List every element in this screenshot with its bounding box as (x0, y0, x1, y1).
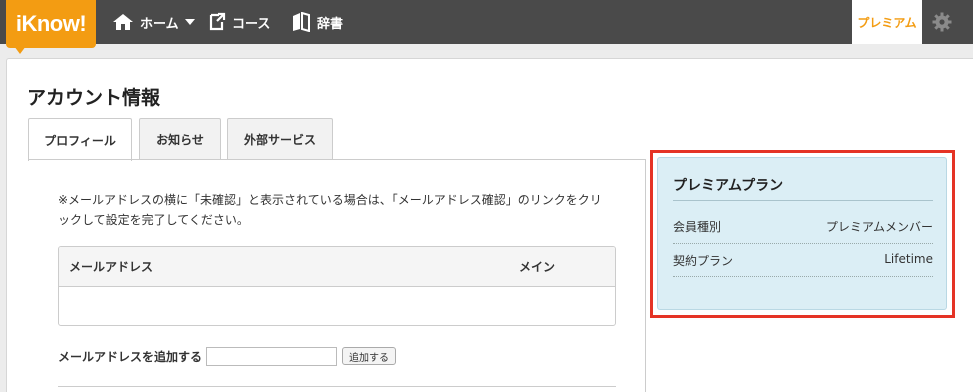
book-icon (293, 12, 310, 32)
member-type-label: 会員種別 (673, 220, 722, 234)
nav-course-link[interactable]: コース (208, 0, 270, 44)
add-email-button[interactable]: 追加する (342, 347, 397, 365)
tab-notifications[interactable]: お知らせ (139, 118, 221, 160)
email-table-header: メールアドレス メイン (59, 247, 615, 287)
plan-title: プレミアムプラン (673, 178, 784, 194)
gear-icon (932, 12, 952, 32)
contract-plan-label: 契約プラン (673, 254, 734, 268)
tab-profile[interactable]: プロフィール (28, 118, 132, 161)
section-divider (58, 386, 616, 387)
plan-title-divider (673, 200, 933, 201)
member-type-value: プレミアムメンバー (825, 220, 933, 234)
plan-row-member-type: 会員種別 プレミアムメンバー (673, 218, 933, 235)
nav-course-label: コース (232, 16, 271, 32)
premium-plan-box: プレミアムプラン 会員種別 プレミアムメンバー 契約プラン Lifetime (657, 157, 947, 310)
logo-tail (14, 46, 26, 54)
iknow-logo[interactable]: iKnow! (6, 0, 96, 48)
plan-row-divider (673, 276, 933, 277)
chevron-down-icon (184, 19, 195, 25)
unconfirmed-email-notice: ※メールアドレスの横に「未確認」と表示されている場合は、「メールアドレス確認」の… (58, 190, 618, 230)
add-email-input[interactable] (206, 346, 338, 366)
panel-divider (645, 159, 646, 392)
plan-row-contract: 契約プラン Lifetime (673, 252, 933, 269)
plan-row-divider (673, 243, 933, 244)
premium-tab[interactable]: プレミアム (852, 0, 922, 44)
tab-external-services[interactable]: 外部サービス (227, 118, 333, 160)
nav-dictionary-link[interactable]: 辞書 (291, 0, 343, 44)
page-title: アカウント情報 (27, 87, 161, 109)
notice-line-1: ※メールアドレスの横に「未確認」と表示されている場合は、「メールアドレス確認」の… (58, 193, 602, 207)
course-icon (209, 12, 226, 31)
main-column-header: メイン (519, 260, 556, 274)
settings-button[interactable] (928, 8, 956, 36)
nav-home-label: ホーム (140, 16, 179, 32)
contract-plan-value: Lifetime (884, 252, 933, 266)
add-email-row: メールアドレスを追加する 追加する (58, 346, 397, 366)
email-column-header: メールアドレス (69, 260, 154, 274)
home-icon (113, 14, 133, 30)
tab-divider (28, 159, 646, 160)
add-email-label: メールアドレスを追加する (58, 349, 203, 364)
nav-dictionary-label: 辞書 (317, 16, 344, 32)
notice-line-2: ックして設定を完了してください。 (58, 213, 249, 227)
nav-home-menu[interactable]: ホーム (112, 0, 195, 44)
email-table: メールアドレス メイン (58, 246, 616, 326)
